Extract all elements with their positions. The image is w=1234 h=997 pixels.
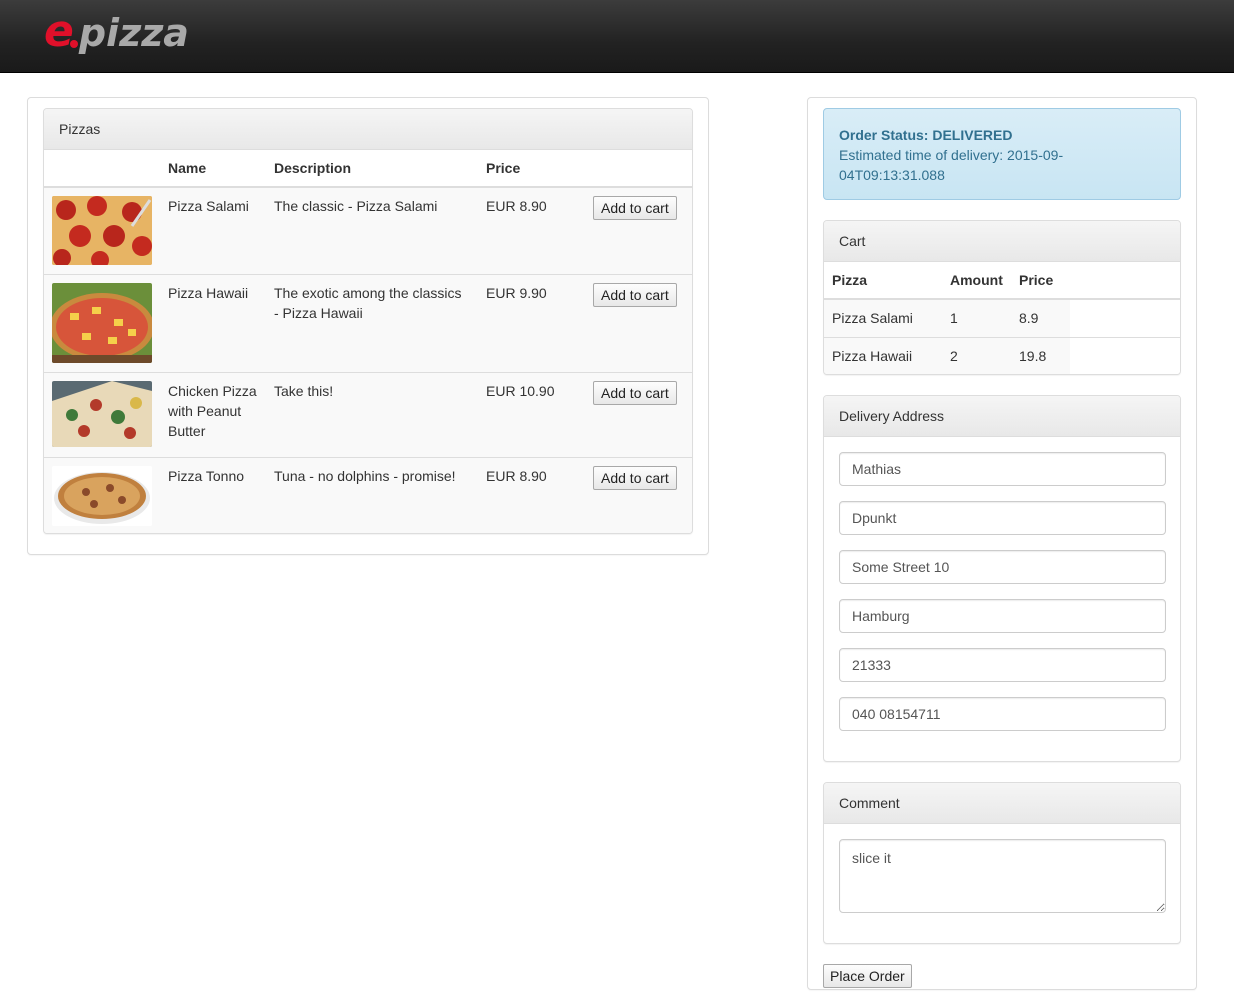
pizza-description: The exotic among the classics - Pizza Ha… [266,273,478,372]
cart-panel: Cart Pizza Amount Price Pizza Salami 1 8… [823,220,1181,375]
cart-price: 8.9 [1011,298,1070,337]
pizza-name: Pizza Hawaii [160,273,266,372]
column-header-image [44,150,160,188]
column-header-action [585,150,692,188]
city-field[interactable] [839,599,1166,633]
order-status-label: Order Status: DELIVERED [839,127,1013,143]
column-header-name: Name [160,150,266,188]
pizza-table: Name Description Price Pizza Salami The … [44,150,692,533]
logo-e: e [44,6,74,57]
pizza-row: Pizza Tonno Tuna - no dolphins - promise… [44,456,692,533]
add-to-cart-button[interactable]: Add to cart [593,196,677,220]
cart-table: Pizza Amount Price Pizza Salami 1 8.9 Pi… [824,262,1180,374]
cart-header-pizza: Pizza [824,262,942,300]
pizza-description: The classic - Pizza Salami [266,186,478,274]
cart-amount: 2 [942,336,1011,374]
cart-row: Pizza Hawaii 2 19.8 [824,336,1180,374]
company-field[interactable] [839,501,1166,535]
cart-row: Pizza Salami 1 8.9 [824,298,1180,337]
cart-price: 19.8 [1011,336,1070,374]
name-field[interactable] [839,452,1166,486]
delivery-address-panel: Delivery Address [823,395,1181,762]
top-navbar: e pizza [0,0,1234,73]
pizza-table-header: Name Description Price [44,150,692,188]
logo-dot [69,40,78,48]
epizza-logo[interactable]: e pizza [44,6,189,57]
comment-textarea[interactable]: slice it [839,839,1166,913]
comment-panel: Comment slice it [823,782,1181,944]
pizzas-panel-heading: Pizzas [44,109,692,150]
cart-pizza: Pizza Salami [824,298,942,337]
pizza-price: EUR 8.90 [478,456,585,533]
zip-field[interactable] [839,648,1166,682]
cart-amount: 1 [942,298,1011,337]
pizza-hawaii-photo [52,282,152,363]
comment-heading: Comment [824,783,1180,824]
pizza-name: Pizza Salami [160,186,266,274]
add-to-cart-button[interactable]: Add to cart [593,282,677,307]
column-header-price: Price [478,150,585,188]
phone-field[interactable] [839,697,1166,731]
pizza-description: Take this! [266,371,478,457]
add-to-cart-button[interactable]: Add to cart [593,465,677,490]
delivery-address-heading: Delivery Address [824,396,1180,437]
order-status-alert: Order Status: DELIVERED Estimated time o… [823,108,1181,200]
chicken-pizza-photo [52,380,152,447]
pizza-name: Pizza Tonno [160,456,266,533]
place-order-button[interactable]: Place Order [823,964,912,988]
cart-panel-heading: Cart [824,221,1180,262]
pizzas-panel: Pizzas Name Description Price Pizza Sala… [43,108,693,534]
pizza-tonno-photo [52,465,152,526]
pizza-salami-photo [52,196,152,265]
pizza-row: Pizza Hawaii The exotic among the classi… [44,273,692,372]
pizza-row: Chicken Pizza with Peanut Butter Take th… [44,371,692,457]
pizza-description: Tuna - no dolphins - promise! [266,456,478,533]
pizza-name: Chicken Pizza with Peanut Butter [160,371,266,457]
cart-table-header: Pizza Amount Price [824,262,1180,300]
column-header-description: Description [266,150,478,188]
cart-pizza: Pizza Hawaii [824,336,942,374]
add-to-cart-button[interactable]: Add to cart [593,380,677,405]
pizza-price: EUR 10.90 [478,371,585,457]
street-field[interactable] [839,550,1166,584]
cart-header-amount: Amount [942,262,1011,300]
cart-header-price: Price [1011,262,1070,300]
pizza-row: Pizza Salami The classic - Pizza Salami … [44,186,692,274]
delivery-eta: Estimated time of delivery: 2015-09-04T0… [839,147,1064,183]
logo-text: pizza [78,11,189,55]
pizza-price: EUR 9.90 [478,273,585,372]
pizza-price: EUR 8.90 [478,186,585,274]
